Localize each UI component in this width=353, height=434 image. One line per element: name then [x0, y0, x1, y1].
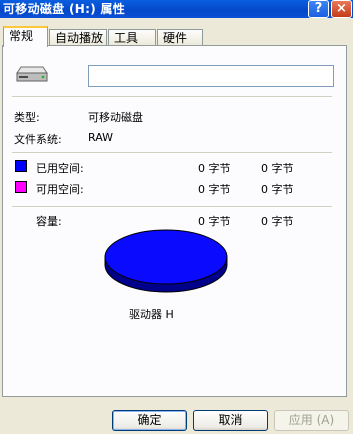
close-button[interactable]: ×: [331, 0, 352, 18]
used-space-swatch: [15, 160, 27, 172]
title-bar: 可移动磁盘 (H:) 属性 ? ×: [0, 0, 353, 18]
removable-drive-icon: [16, 66, 48, 82]
file-system-label: 文件系统:: [14, 133, 62, 146]
separator: [12, 206, 332, 208]
type-label: 类型:: [14, 111, 40, 124]
window-title: 可移动磁盘 (H:) 属性: [3, 2, 126, 16]
file-system-value: RAW: [88, 131, 113, 144]
tab-hardware[interactable]: 硬件: [157, 29, 203, 46]
help-button[interactable]: ?: [308, 0, 329, 18]
free-space-size: 0 字节: [261, 183, 294, 196]
tab-general[interactable]: 常规: [3, 26, 48, 47]
type-value: 可移动磁盘: [88, 111, 143, 124]
tab-tools[interactable]: 工具: [108, 29, 156, 46]
capacity-label: 容量:: [36, 215, 62, 228]
cancel-button[interactable]: 取消: [193, 410, 268, 431]
disk-usage-pie: [104, 229, 228, 293]
pie-top: [104, 229, 228, 285]
used-space-size: 0 字节: [261, 162, 294, 175]
drive-name-input[interactable]: [88, 65, 334, 87]
free-space-label: 可用空间:: [36, 183, 84, 196]
capacity-size: 0 字节: [261, 215, 294, 228]
drive-caption: 驱动器 H: [129, 308, 174, 321]
separator: [12, 152, 332, 154]
general-panel: 类型: 可移动磁盘 文件系统: RAW 已用空间: 0 字节 0 字节 可用空间…: [2, 45, 347, 397]
used-space-label: 已用空间:: [36, 162, 84, 175]
tab-strip: 常规 自动播放 工具 硬件: [0, 26, 353, 47]
free-space-swatch: [15, 181, 27, 193]
free-space-bytes: 0 字节: [198, 183, 231, 196]
used-space-bytes: 0 字节: [198, 162, 231, 175]
capacity-bytes: 0 字节: [198, 215, 231, 228]
tab-autoplay[interactable]: 自动播放: [49, 29, 107, 46]
separator: [12, 96, 332, 98]
apply-button[interactable]: 应用 (A): [274, 410, 349, 431]
ok-button[interactable]: 确定: [112, 410, 187, 431]
